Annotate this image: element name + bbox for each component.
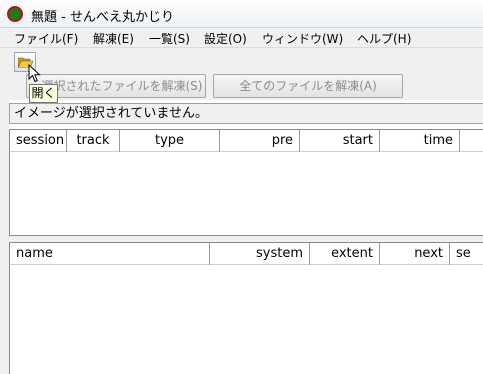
column-header-track[interactable]: track <box>67 130 120 152</box>
left-gutter <box>0 48 9 374</box>
column-header-type[interactable]: type <box>120 130 220 152</box>
window-title: 無題 - せんべえ丸かじり <box>31 10 174 25</box>
track-list-header: session track type pre start time <box>10 130 483 152</box>
column-header-session[interactable]: session <box>10 130 67 152</box>
app-icon[interactable] <box>7 6 23 22</box>
file-list-header: name system extent next se <box>10 243 483 265</box>
open-tooltip: 開く <box>29 84 58 103</box>
column-header-name[interactable]: name <box>10 243 210 265</box>
menu-list[interactable]: 一覧(S) <box>149 30 190 47</box>
status-message: イメージが選択されていません。 <box>9 103 483 124</box>
column-header-se[interactable]: se <box>450 243 483 265</box>
column-header-pre[interactable]: pre <box>220 130 300 152</box>
menu-window[interactable]: ウィンドウ(W) <box>262 30 343 47</box>
track-list[interactable]: session track type pre start time <box>9 129 483 236</box>
column-header-start[interactable]: start <box>300 130 380 152</box>
extract-all-button[interactable]: 全てのファイルを解凍(A) <box>213 74 403 98</box>
menu-file[interactable]: ファイル(F) <box>14 30 78 47</box>
column-header-time[interactable]: time <box>380 130 460 152</box>
title-bar: 無題 - せんべえ丸かじり <box>0 0 483 28</box>
column-header-system[interactable]: system <box>210 243 310 265</box>
column-header-extent[interactable]: extent <box>310 243 380 265</box>
file-list[interactable]: name system extent next se <box>9 242 483 374</box>
menu-extract[interactable]: 解凍(E) <box>93 30 134 47</box>
column-header-next[interactable]: next <box>380 243 450 265</box>
mouse-cursor-icon <box>28 64 41 83</box>
menu-help[interactable]: ヘルプ(H) <box>357 30 411 47</box>
menu-settings[interactable]: 設定(O) <box>204 30 247 47</box>
menu-bar: ファイル(F) 解凍(E) 一覧(S) 設定(O) ウィンドウ(W) ヘルプ(H… <box>0 28 483 48</box>
